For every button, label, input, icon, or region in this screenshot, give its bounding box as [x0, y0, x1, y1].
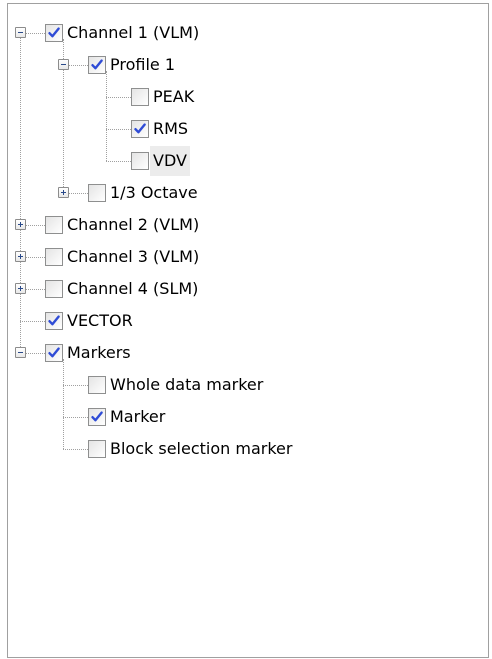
- tree-item-checkbox[interactable]: [45, 280, 63, 298]
- check-mark-icon: [48, 347, 60, 358]
- tree-item-label: VECTOR: [67, 311, 133, 330]
- tree-item-label: Channel 2 (VLM): [67, 215, 200, 234]
- tree-item-checkbox[interactable]: [131, 88, 149, 106]
- tree-item-checkbox[interactable]: [131, 120, 149, 138]
- tree-item-checkbox[interactable]: [45, 312, 63, 330]
- tree-item-label: Block selection marker: [110, 439, 293, 458]
- tree-item-label: Markers: [67, 343, 131, 362]
- tree-item-label: Marker: [110, 407, 166, 426]
- tree-item-label: RMS: [153, 119, 189, 138]
- tree-item-label: PEAK: [153, 87, 195, 106]
- tree-item[interactable]: VECTOR: [8, 305, 478, 337]
- tree-item[interactable]: 1/3 Octave: [8, 177, 478, 209]
- check-mark-icon: [134, 123, 146, 134]
- check-mark-icon: [91, 411, 103, 422]
- tree-item-label: 1/3 Octave: [110, 183, 198, 202]
- tree-item[interactable]: Block selection marker: [8, 433, 478, 465]
- tree-item[interactable]: Profile 1: [8, 49, 478, 81]
- tree-item-label: VDV: [150, 146, 190, 176]
- tree-item[interactable]: PEAK: [8, 81, 478, 113]
- tree-item[interactable]: RMS: [8, 113, 478, 145]
- tree-item-label: Profile 1: [110, 55, 176, 74]
- tree-item-label: Whole data marker: [110, 375, 264, 394]
- tree-view-panel[interactable]: Channel 1 (VLM) Profile 1 PEAK RMS VDV 1/3 Oc…: [7, 3, 489, 658]
- tree-item-label: Channel 1 (VLM): [67, 23, 200, 42]
- tree-item-checkbox[interactable]: [88, 408, 106, 426]
- tree-item-checkbox[interactable]: [45, 344, 63, 362]
- tree-item-checkbox[interactable]: [88, 376, 106, 394]
- check-mark-icon: [48, 315, 60, 326]
- tree-item-checkbox[interactable]: [45, 248, 63, 266]
- tree-item-checkbox[interactable]: [131, 152, 149, 170]
- tree-item-checkbox[interactable]: [88, 184, 106, 202]
- minus-expander-icon[interactable]: [15, 347, 26, 358]
- tree-item-checkbox[interactable]: [45, 24, 63, 42]
- tree-item[interactable]: Channel 3 (VLM): [8, 241, 478, 273]
- tree-item[interactable]: Channel 1 (VLM): [8, 17, 478, 49]
- check-mark-icon: [48, 27, 60, 38]
- tree-item[interactable]: Channel 2 (VLM): [8, 209, 478, 241]
- plus-expander-icon[interactable]: [15, 251, 26, 262]
- tree-item[interactable]: Channel 4 (SLM): [8, 273, 478, 305]
- minus-expander-icon[interactable]: [15, 27, 26, 38]
- tree-item[interactable]: VDV: [8, 145, 478, 177]
- tree-item-checkbox[interactable]: [88, 56, 106, 74]
- tree-item[interactable]: Whole data marker: [8, 369, 478, 401]
- tree-item-checkbox[interactable]: [45, 216, 63, 234]
- check-mark-icon: [91, 59, 103, 70]
- minus-expander-icon[interactable]: [58, 59, 69, 70]
- tree-item-label: Channel 3 (VLM): [67, 247, 200, 266]
- tree-item-label: Channel 4 (SLM): [67, 279, 199, 298]
- tree-item[interactable]: Marker: [8, 401, 478, 433]
- plus-expander-icon[interactable]: [15, 283, 26, 294]
- tree-item[interactable]: Markers: [8, 337, 478, 369]
- plus-expander-icon[interactable]: [15, 219, 26, 230]
- tree-item-checkbox[interactable]: [88, 440, 106, 458]
- plus-expander-icon[interactable]: [58, 187, 69, 198]
